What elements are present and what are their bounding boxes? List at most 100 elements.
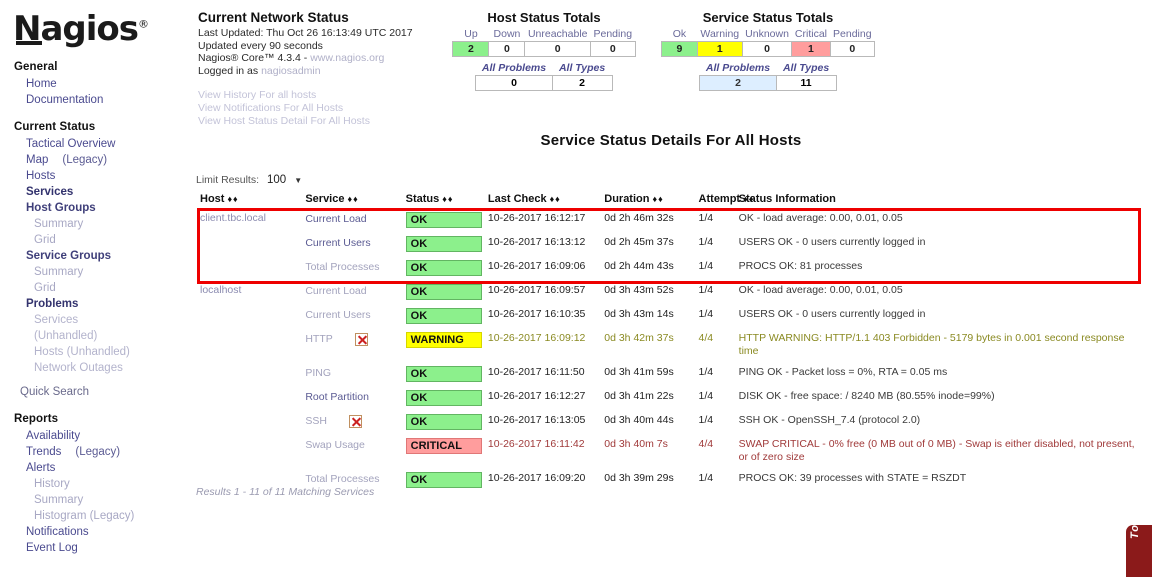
sort-arrows-icon[interactable]: ♦♦ <box>442 194 453 204</box>
totals-value-cell[interactable]: 0 <box>590 41 636 57</box>
column-header-attempt[interactable]: Attempt ♦♦ <box>695 193 754 208</box>
sidebar-item-summary[interactable]: Summary <box>12 492 190 508</box>
sidebar-item-hosts[interactable]: Hosts <box>12 168 190 184</box>
sidebar-item-unhandled[interactable]: (Unhandled) <box>12 328 190 344</box>
table-row[interactable]: localhost Current Load OK 10-26-2017 16:09:… <box>196 280 1146 304</box>
sidebar-item-availability[interactable]: Availability <box>12 428 190 444</box>
sidebar-item-summary[interactable]: Summary <box>12 264 190 280</box>
sidebar-item-event-log[interactable]: Event Log <box>12 540 190 556</box>
nav-section-reports: Reports Availability Trends (Legacy) Alerts H… <box>12 413 190 556</box>
column-header-status-information[interactable]: Status Information <box>735 193 1146 208</box>
sidebar-item-services[interactable]: Services <box>12 184 190 200</box>
limit-results-control[interactable]: Limit Results: 100 ▼ <box>196 174 302 186</box>
nagios-logo[interactable]: Nagios® <box>13 12 149 46</box>
summary-value-cell[interactable]: 0 <box>475 75 553 91</box>
results-summary: Results 1 - 11 of 11 Matching Services <box>196 486 375 498</box>
sidebar-item-label: Trends <box>26 446 62 458</box>
host-totals-summary-table: All Problems All Types 02 <box>475 59 613 91</box>
nagios-url[interactable]: www.nagios.org <box>310 52 384 64</box>
totals-value-cell[interactable]: 0 <box>829 41 876 57</box>
sidebar-item-grid[interactable]: Grid <box>12 232 190 248</box>
cell-service[interactable]: HTTP <box>301 328 401 362</box>
cell-host <box>196 434 301 468</box>
sidebar-item-grid[interactable]: Grid <box>12 280 190 296</box>
sidebar-item-network-outages[interactable]: Network Outages <box>12 360 190 376</box>
sidebar-item-hosts-unhandled[interactable]: Hosts (Unhandled) <box>12 344 190 360</box>
summary-value-cell[interactable]: 2 <box>551 75 613 91</box>
table-row[interactable]: Total Processes OK 10-26-2017 16:09:06 0d 2… <box>196 256 1146 280</box>
cell-service[interactable]: Swap Usage <box>301 434 401 468</box>
cell-service[interactable]: Root Partition <box>301 386 401 410</box>
totals-value-cell[interactable]: 0 <box>488 41 526 57</box>
notifications-disabled-icon[interactable] <box>354 332 368 346</box>
host-link-view-notifications-for-all-hosts[interactable]: View Notifications For All Hosts <box>198 102 438 115</box>
cell-service[interactable]: Current Users <box>301 304 401 328</box>
sidebar-item-quick-search[interactable]: Quick Search <box>12 384 190 400</box>
sidebar-item-documentation[interactable]: Documentation <box>12 92 190 108</box>
sidebar-item-service-groups[interactable]: Service Groups <box>12 248 190 264</box>
sidebar-item-label: Service Groups <box>26 250 112 262</box>
column-header-duration[interactable]: Duration ♦♦ <box>600 193 694 208</box>
column-header-last-check[interactable]: Last Check ♦♦ <box>484 193 600 208</box>
column-header-service[interactable]: Service ♦♦ <box>301 193 401 208</box>
status-badge: OK <box>405 472 482 488</box>
cell-host[interactable]: localhost <box>196 280 301 304</box>
host-totals-header-row: Up Down Unreachable Pending <box>453 28 635 42</box>
table-row[interactable]: SSH OK 10-26-2017 16:13:05 0d 3h 40m 44s 1/4… <box>196 410 1146 434</box>
table-row[interactable]: Swap Usage CRITICAL 10-26-2017 16:11:42 0d … <box>196 434 1146 468</box>
table-row[interactable]: Root Partition OK 10-26-2017 16:12:27 0d 3h… <box>196 386 1146 410</box>
limit-results-value[interactable]: 100 <box>267 174 286 186</box>
sidebar-item-notifications[interactable]: Notifications <box>12 524 190 540</box>
table-row[interactable]: client.tbc.local Current Load OK 10-26-2017… <box>196 208 1146 232</box>
host-link-view-history-for-all-hosts[interactable]: View History For all hosts <box>198 89 438 102</box>
cell-service[interactable]: Current Load <box>301 208 401 232</box>
column-header-host[interactable]: Host ♦♦ <box>196 193 301 208</box>
totals-value-cell[interactable]: 1 <box>696 41 743 57</box>
cell-service[interactable]: Total Processes <box>301 256 401 280</box>
sidebar-heading-general: General <box>14 61 58 73</box>
sort-arrows-icon[interactable]: ♦♦ <box>347 194 358 204</box>
sidebar-item-services[interactable]: Services <box>12 312 190 328</box>
summary-value-cell[interactable]: 11 <box>775 75 837 91</box>
table-row[interactable]: Current Users OK 10-26-2017 16:10:35 0d 3h … <box>196 304 1146 328</box>
column-header-label: Status <box>405 193 440 205</box>
table-row[interactable]: Current Users OK 10-26-2017 16:13:12 0d 2h … <box>196 232 1146 256</box>
sidebar-item-trends[interactable]: Trends (Legacy) <box>12 444 190 460</box>
cell-service[interactable]: Current Users <box>301 232 401 256</box>
cell-attempt: 1/4 <box>698 308 714 320</box>
totals-header-cell: Warning <box>700 28 740 40</box>
sort-arrows-icon[interactable]: ♦♦ <box>550 194 561 204</box>
totals-value-cell[interactable]: 1 <box>791 41 831 57</box>
totals-value-cell[interactable]: 9 <box>660 41 698 57</box>
cell-service[interactable]: SSH <box>301 410 401 434</box>
totals-value-cell[interactable]: 0 <box>524 41 591 57</box>
table-body: client.tbc.local Current Load OK 10-26-2017… <box>196 208 1146 492</box>
host-link-view-host-status-detail-for-all-hosts[interactable]: View Host Status Detail For All Hosts <box>198 115 438 128</box>
sidebar-item-summary[interactable]: Summary <box>12 216 190 232</box>
table-row[interactable]: HTTP WARNING 10-26-2017 16:09:12 0d 3h 42m … <box>196 328 1146 362</box>
summary-value-cell[interactable]: 2 <box>699 75 777 91</box>
logo-underline <box>16 41 42 45</box>
service-status-totals-panel: Service Status Totals Ok Warning Unknown Cr… <box>648 10 888 91</box>
totals-value-cell[interactable]: 0 <box>741 41 793 57</box>
sidebar-item-problems[interactable]: Problems <box>12 296 190 312</box>
totals-value-cell[interactable]: 2 <box>452 41 490 57</box>
sidebar-item-histogram-legacy[interactable]: Histogram (Legacy) <box>12 508 190 524</box>
sidebar-item-map[interactable]: Map (Legacy) <box>12 152 190 168</box>
tour-tab[interactable]: Tour <box>1126 525 1152 577</box>
sidebar-item-tactical-overview[interactable]: Tactical Overview <box>12 136 190 152</box>
table-row[interactable]: PING OK 10-26-2017 16:11:50 0d 3h 41m 59s 1/… <box>196 362 1146 386</box>
notifications-disabled-icon[interactable] <box>348 414 362 428</box>
chevron-down-icon[interactable]: ▼ <box>294 176 302 185</box>
sidebar-item-home[interactable]: Home <box>12 76 190 92</box>
sort-arrows-icon[interactable]: ♦♦ <box>652 194 663 204</box>
cell-host[interactable]: client.tbc.local <box>196 208 301 232</box>
sidebar-item-alerts[interactable]: Alerts <box>12 460 190 476</box>
sidebar-item-history[interactable]: History <box>12 476 190 492</box>
sort-arrows-icon[interactable]: ♦♦ <box>227 194 238 204</box>
summary-header-cell: All Problems <box>705 62 771 74</box>
sidebar-item-host-groups[interactable]: Host Groups <box>12 200 190 216</box>
cell-service[interactable]: Current Load <box>301 280 401 304</box>
column-header-status[interactable]: Status ♦♦ <box>402 193 484 208</box>
cell-service[interactable]: PING <box>301 362 401 386</box>
